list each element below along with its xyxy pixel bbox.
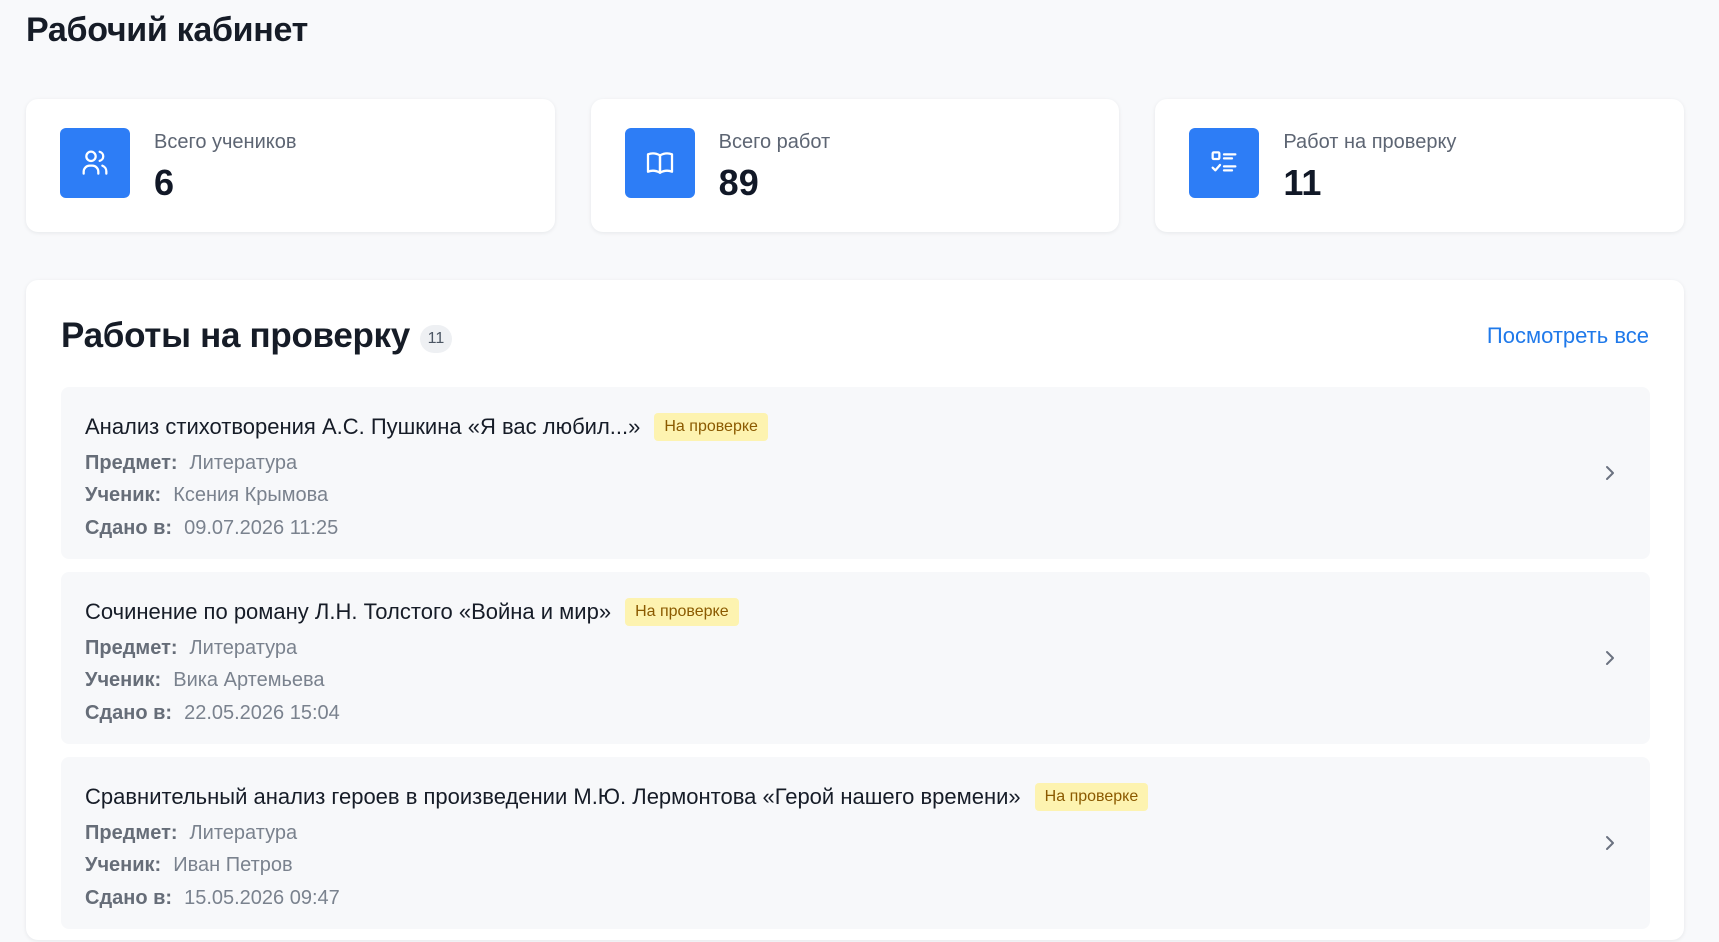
review-item[interactable]: Анализ стихотворения А.С. Пушкина «Я вас… xyxy=(61,387,1650,559)
review-item-subject: Предмет: Литература xyxy=(85,635,297,661)
chevron-right-icon[interactable] xyxy=(1600,833,1620,853)
subject-label: Предмет: xyxy=(85,637,178,659)
student-label: Ученик: xyxy=(85,669,162,691)
submitted-value: 22.05.2026 15:04 xyxy=(184,702,340,724)
review-item-title-row: Сравнительный анализ героев в произведен… xyxy=(85,783,1149,811)
review-item-title-row: Анализ стихотворения А.С. Пушкина «Я вас… xyxy=(85,413,768,441)
student-label: Ученик: xyxy=(85,484,162,506)
review-panel: Работы на проверку 11 Посмотреть все Ана… xyxy=(26,280,1684,940)
student-value: Ксения Крымова xyxy=(173,484,329,506)
subject-value: Литература xyxy=(189,452,298,474)
student-value: Вика Артемьева xyxy=(173,669,325,691)
stat-value-to-review: 11 xyxy=(1283,162,1322,203)
submitted-value: 15.05.2026 09:47 xyxy=(184,887,340,909)
review-panel-header: Работы на проверку 11 xyxy=(61,314,452,358)
review-item-subject: Предмет: Литература xyxy=(85,820,297,846)
chevron-right-icon[interactable] xyxy=(1600,463,1620,483)
review-item-title-row: Сочинение по роману Л.Н. Толстого «Война… xyxy=(85,598,739,626)
stat-card-students: Всего учеников 6 xyxy=(26,99,555,232)
review-item-student: Ученик: Ксения Крымова xyxy=(85,482,328,508)
status-badge: На проверке xyxy=(625,598,739,626)
submitted-label: Сдано в: xyxy=(85,702,173,724)
stat-card-to-review: Работ на проверку 11 xyxy=(1155,99,1685,232)
student-label: Ученик: xyxy=(85,854,162,876)
stat-value-students: 6 xyxy=(154,162,175,203)
review-item-submitted: Сдано в: 22.05.2026 15:04 xyxy=(85,700,340,726)
stat-card-works: Всего работ 89 xyxy=(590,99,1120,232)
review-item-student: Ученик: Иван Петров xyxy=(85,852,293,878)
stat-label-students: Всего учеников xyxy=(154,131,297,153)
submitted-value: 09.07.2026 11:25 xyxy=(184,517,339,539)
student-value: Иван Петров xyxy=(173,854,293,876)
review-item-title: Анализ стихотворения А.С. Пушкина «Я вас… xyxy=(85,414,641,439)
stat-value-works: 89 xyxy=(718,162,759,203)
subject-value: Литература xyxy=(189,822,298,844)
subject-label: Предмет: xyxy=(85,452,178,474)
stats-row: Всего учеников 6 Всего работ 89 Работ на… xyxy=(26,99,1685,232)
review-item-submitted: Сдано в: 09.07.2026 11:25 xyxy=(85,515,338,541)
view-all-link[interactable]: Посмотреть все xyxy=(1487,322,1649,350)
status-badge: На проверке xyxy=(654,413,768,441)
stat-label-works: Всего работ xyxy=(718,131,831,153)
review-panel-title: Работы на проверку xyxy=(61,316,410,355)
review-item-submitted: Сдано в: 15.05.2026 09:47 xyxy=(85,885,340,911)
checklist-icon xyxy=(1189,128,1260,198)
review-item-subject: Предмет: Литература xyxy=(85,450,297,476)
book-open-icon xyxy=(624,128,695,198)
submitted-label: Сдано в: xyxy=(85,887,173,909)
review-item-student: Ученик: Вика Артемьева xyxy=(85,667,325,693)
review-count-badge: 11 xyxy=(419,325,452,353)
users-icon xyxy=(60,128,130,198)
review-list: Анализ стихотворения А.С. Пушкина «Я вас… xyxy=(61,387,1650,942)
subject-label: Предмет: xyxy=(85,822,178,844)
review-item[interactable]: Сравнительный анализ героев в произведен… xyxy=(61,757,1650,929)
subject-value: Литература xyxy=(189,637,298,659)
review-item[interactable]: Сочинение по роману Л.Н. Толстого «Война… xyxy=(61,572,1650,744)
chevron-right-icon[interactable] xyxy=(1600,648,1620,668)
review-item-title: Сравнительный анализ героев в произведен… xyxy=(85,784,1021,809)
submitted-label: Сдано в: xyxy=(85,517,173,539)
status-badge: На проверке xyxy=(1034,783,1149,811)
stat-label-to-review: Работ на проверку xyxy=(1283,131,1457,153)
review-item-title: Сочинение по роману Л.Н. Толстого «Война… xyxy=(85,599,612,624)
page-title: Рабочий кабинет xyxy=(26,11,309,49)
